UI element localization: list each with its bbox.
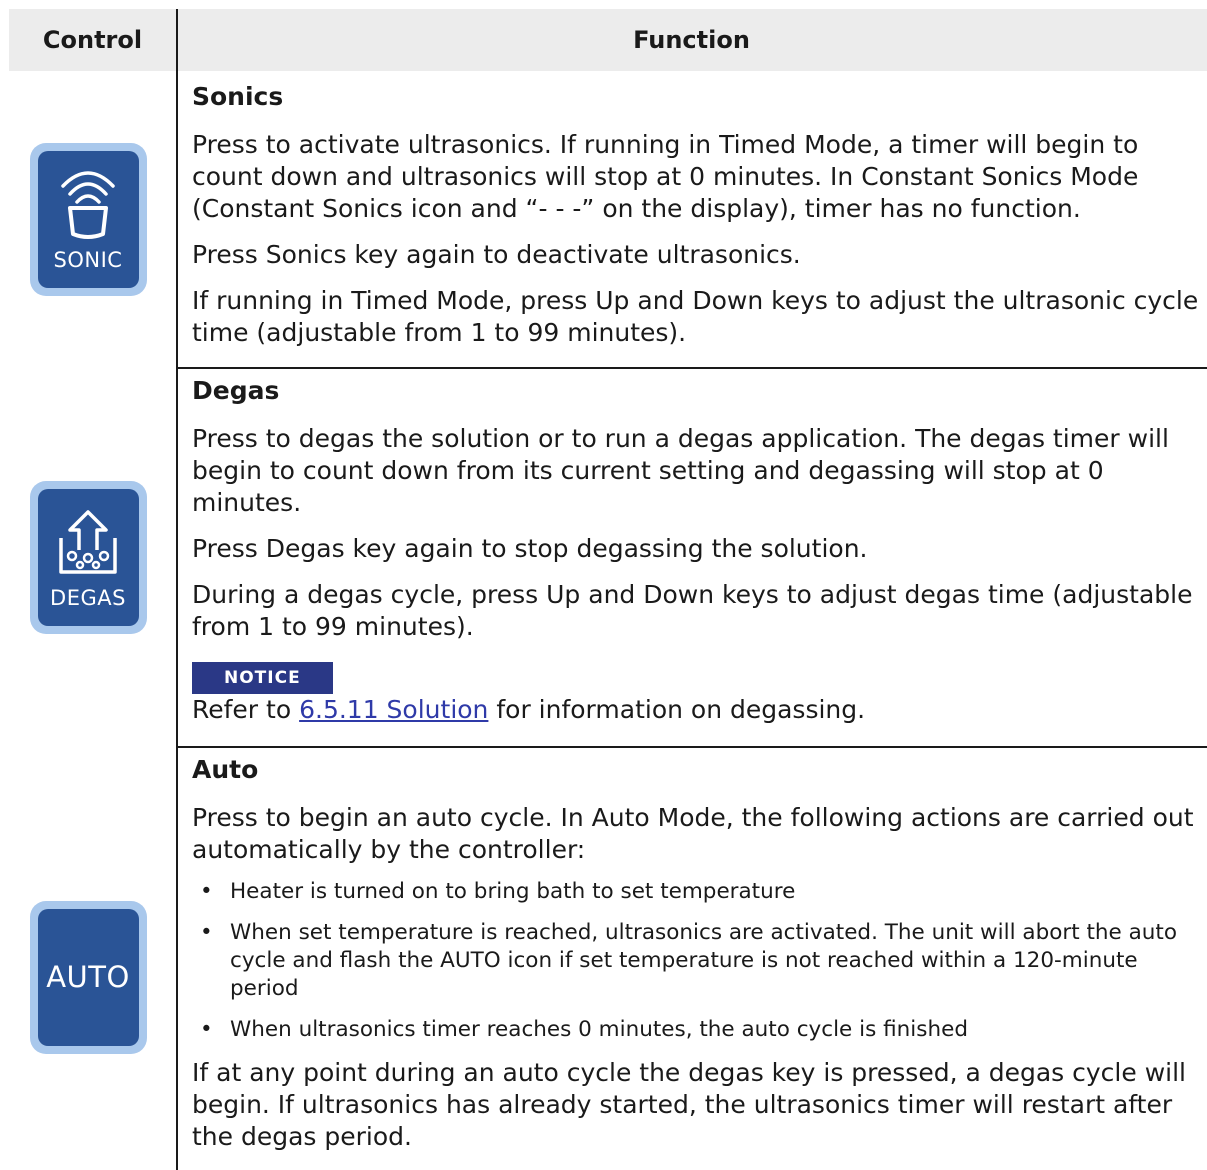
degas-description: Degas Press to degas the solution or to … [192,375,1202,726]
control-column-header: Control [42,26,143,54]
sonics-paragraph: Press to activate ultrasonics. If runnin… [192,130,1139,223]
table-row-auto: AUTO Auto Press to begin an auto cycle. … [0,748,1207,1170]
sonics-description: Sonics Press to activate ultrasonics. If… [192,81,1202,349]
sonic-key-icon: SONIC [29,142,147,296]
function-column-header: Function [633,26,750,54]
list-item: When ultrasonics timer reaches 0 minutes… [192,1016,1202,1044]
notice-suffix: for information on degassing. [488,695,866,724]
auto-description: Auto Press to begin an auto cycle. In Au… [192,754,1202,1153]
sonics-paragraph: Press Sonics key again to deactivate ult… [192,240,801,269]
table-row-degas: DEGAS Degas Press to degas the solution … [0,369,1207,746]
table-header: Control Function [9,9,1207,71]
auto-title: Auto [192,755,259,784]
sonics-paragraph: If running in Timed Mode, press Up and D… [192,286,1199,347]
degas-paragraph: Press to degas the solution or to run a … [192,424,1169,517]
solution-section-link[interactable]: 6.5.11 Solution [299,695,488,724]
auto-key-icon: AUTO [29,900,147,1054]
auto-intro: Press to begin an auto cycle. In Auto Mo… [192,803,1194,864]
auto-key-label: AUTO [46,960,130,994]
sonics-title: Sonics [192,82,284,111]
auto-outro: If at any point during an auto cycle the… [192,1058,1186,1151]
degas-key-icon: DEGAS [29,481,147,634]
list-item: When set temperature is reached, ultraso… [192,919,1202,1003]
list-item: Heater is turned on to bring bath to set… [192,878,1202,906]
auto-actions-list: Heater is turned on to bring bath to set… [192,878,1202,1044]
sonic-key-cell: SONIC [0,71,176,367]
degas-bath-icon [59,510,117,574]
table-row-sonics: SONIC Sonics Press to activate ultrasoni… [0,71,1207,367]
notice-badge: NOTICE [192,662,333,694]
degas-paragraph: Press Degas key again to stop degassing … [192,534,868,563]
degas-title: Degas [192,376,280,405]
degas-key-cell: DEGAS [0,369,176,746]
degas-paragraph: During a degas cycle, press Up and Down … [192,580,1193,641]
sonic-waves-icon [61,170,115,239]
sonic-key-label: SONIC [53,247,123,272]
notice-text: Refer to 6.5.11 Solution for information… [192,694,1202,726]
auto-key-cell: AUTO [0,748,176,1170]
notice-block: NOTICE Refer to 6.5.11 Solution for info… [192,659,1202,726]
notice-prefix: Refer to [192,695,300,724]
degas-key-label: DEGAS [50,586,126,610]
